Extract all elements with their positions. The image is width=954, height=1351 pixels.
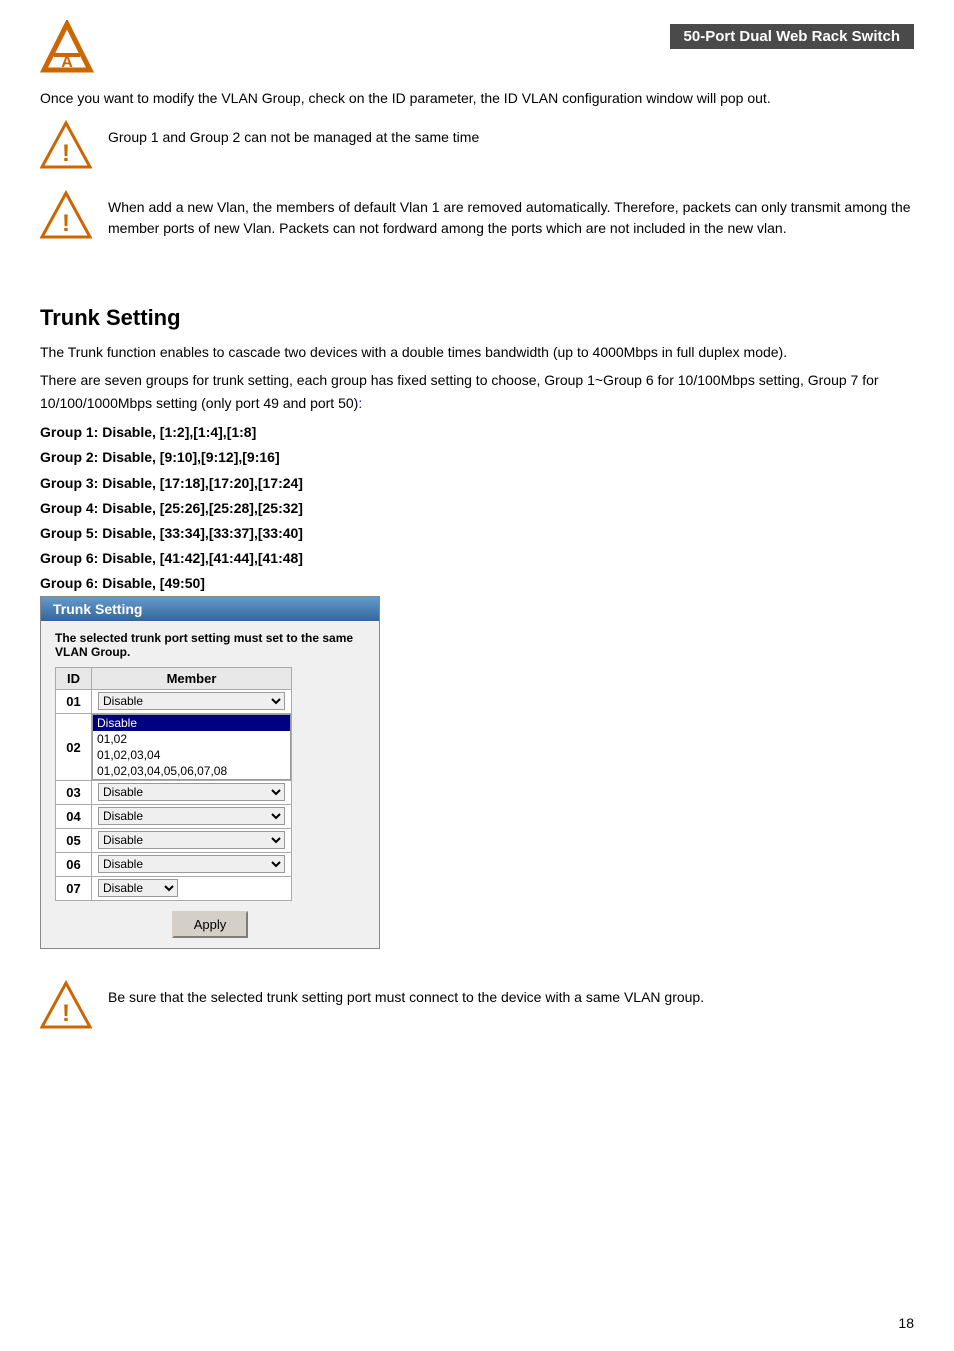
row-member-01[interactable]: Disable 01,02 01,02,03,04 01,02,03,04,05…	[92, 690, 292, 714]
group-item-3: Group 3: Disable, [17:18],[17:20],[17:24…	[40, 471, 914, 496]
row-member-02[interactable]: Disable 01,02 01,02,03,04 01,02,03,04,05…	[92, 714, 292, 781]
trunk-panel-header: Trunk Setting	[41, 597, 379, 621]
group-item-5: Group 5: Disable, [33:34],[33:37],[33:40…	[40, 521, 914, 546]
group-list: Group 1: Disable, [1:2],[1:4],[1:8] Grou…	[40, 420, 914, 596]
svg-text:!: !	[62, 140, 70, 167]
warning-text-2: When add a new Vlan, the members of defa…	[108, 189, 914, 239]
member-select-07[interactable]: Disable	[98, 879, 178, 897]
warning-box-2: ! When add a new Vlan, the members of de…	[40, 189, 914, 241]
table-row: 04 Disable 01,02 01,02,03,04 01,02,03,04…	[56, 805, 292, 829]
logo-container: A	[40, 20, 95, 78]
row-member-03[interactable]: Disable 01,02 01,02,03,04 01,02,03,04,05…	[92, 781, 292, 805]
warning-icon-1: !	[40, 119, 92, 171]
section-title: Trunk Setting	[40, 305, 914, 331]
row-id-02: 02	[56, 714, 92, 781]
page-header: A 50-Port Dual Web Rack Switch	[40, 20, 914, 78]
brand-label: 50-Port Dual Web Rack Switch	[670, 24, 914, 49]
option-01020304[interactable]: 01,02,03,04	[93, 747, 290, 763]
table-row: 02 Disable 01,02 01,02,03,04 01,02,03,04…	[56, 714, 292, 781]
table-header-row: ID Member	[56, 668, 292, 690]
row-id-04: 04	[56, 805, 92, 829]
group-item-2: Group 2: Disable, [9:10],[9:12],[9:16]	[40, 445, 914, 470]
section-desc-2: There are seven groups for trunk setting…	[40, 369, 914, 414]
apply-button[interactable]: Apply	[172, 911, 249, 938]
svg-text:!: !	[62, 1000, 70, 1027]
bottom-warning-text: Be sure that the selected trunk setting …	[108, 979, 704, 1008]
member-select-04[interactable]: Disable 01,02 01,02,03,04 01,02,03,04,05…	[98, 807, 285, 825]
group-item-6: Group 6: Disable, [41:42],[41:44],[41:48…	[40, 546, 914, 571]
table-row: 01 Disable 01,02 01,02,03,04 01,02,03,04…	[56, 690, 292, 714]
desc2-suffix: :	[358, 395, 362, 411]
group-item-1: Group 1: Disable, [1:2],[1:4],[1:8]	[40, 420, 914, 445]
svg-text:A: A	[61, 54, 73, 71]
row-member-05[interactable]: Disable 01,02 01,02,03,04 01,02,03,04,05…	[92, 829, 292, 853]
warning-box-bottom: ! Be sure that the selected trunk settin…	[40, 979, 914, 1031]
table-row: 07 Disable	[56, 877, 292, 901]
row-member-04[interactable]: Disable 01,02 01,02,03,04 01,02,03,04,05…	[92, 805, 292, 829]
table-row: 03 Disable 01,02 01,02,03,04 01,02,03,04…	[56, 781, 292, 805]
section-desc-1: The Trunk function enables to cascade tw…	[40, 341, 914, 363]
page-number: 18	[898, 1315, 914, 1331]
option-disable[interactable]: Disable	[93, 715, 290, 731]
svg-text:!: !	[62, 210, 70, 237]
option-all[interactable]: 01,02,03,04,05,06,07,08	[93, 763, 290, 779]
row-member-07[interactable]: Disable	[92, 877, 292, 901]
apply-row: Apply	[41, 911, 379, 938]
logo-icon: A	[40, 20, 95, 75]
member-dropdown-02-expanded[interactable]: Disable 01,02 01,02,03,04 01,02,03,04,05…	[92, 714, 291, 780]
trunk-panel: Trunk Setting The selected trunk port se…	[40, 596, 380, 949]
group-item-4: Group 4: Disable, [25:26],[25:28],[25:32…	[40, 496, 914, 521]
row-id-05: 05	[56, 829, 92, 853]
member-select-05[interactable]: Disable 01,02 01,02,03,04 01,02,03,04,05…	[98, 831, 285, 849]
table-row: 06 Disable 01,02 01,02,03,04 01,02,03,04…	[56, 853, 292, 877]
warning-icon-bottom: !	[40, 979, 92, 1031]
row-id-06: 06	[56, 853, 92, 877]
member-select-01[interactable]: Disable 01,02 01,02,03,04 01,02,03,04,05…	[98, 692, 285, 710]
desc2-prefix: There are seven groups for trunk setting…	[40, 372, 879, 410]
row-member-06[interactable]: Disable 01,02 01,02,03,04 01,02,03,04,05…	[92, 853, 292, 877]
row-id-03: 03	[56, 781, 92, 805]
trunk-panel-note: The selected trunk port setting must set…	[41, 621, 379, 667]
warning-icon-2: !	[40, 189, 92, 241]
intro-text: Once you want to modify the VLAN Group, …	[40, 88, 914, 109]
member-select-06[interactable]: Disable 01,02 01,02,03,04 01,02,03,04,05…	[98, 855, 285, 873]
option-0102[interactable]: 01,02	[93, 731, 290, 747]
table-row: 05 Disable 01,02 01,02,03,04 01,02,03,04…	[56, 829, 292, 853]
col-member: Member	[92, 668, 292, 690]
member-select-03[interactable]: Disable 01,02 01,02,03,04 01,02,03,04,05…	[98, 783, 285, 801]
group-item-7: Group 6: Disable, [49:50]	[40, 571, 914, 596]
warning-box-1: ! Group 1 and Group 2 can not be managed…	[40, 119, 914, 171]
col-id: ID	[56, 668, 92, 690]
row-id-07: 07	[56, 877, 92, 901]
row-id-01: 01	[56, 690, 92, 714]
trunk-table: ID Member 01 Disable 01,02 01,02,03,04 0…	[55, 667, 292, 901]
warning-text-1: Group 1 and Group 2 can not be managed a…	[108, 119, 479, 148]
